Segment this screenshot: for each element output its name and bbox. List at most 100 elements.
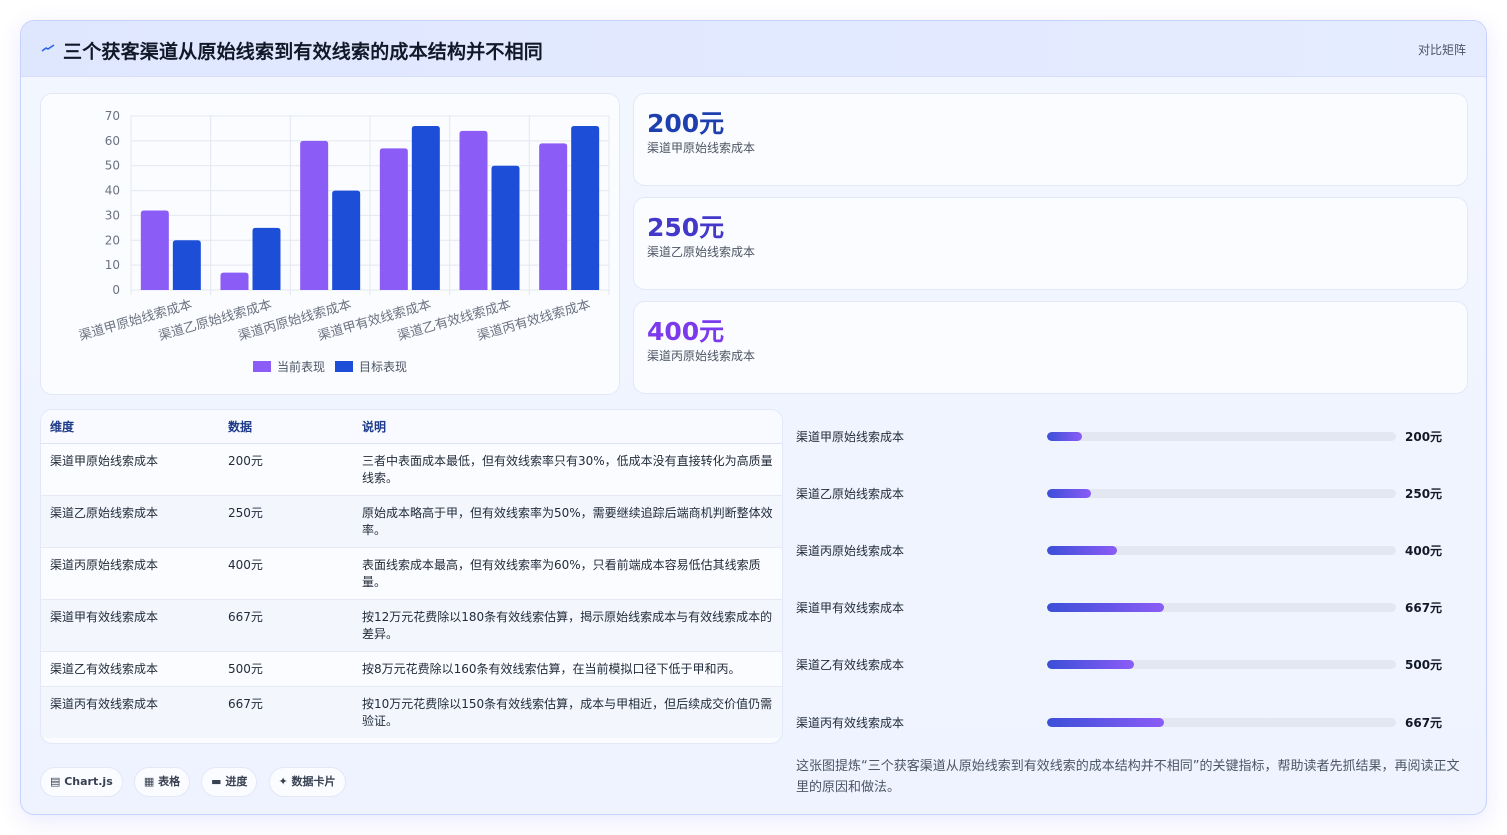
- bar: [411, 125, 440, 290]
- table-cell: 渠道丙原始线索成本: [41, 547, 219, 600]
- bar: [300, 140, 329, 290]
- y-tick-label: 20: [105, 233, 120, 247]
- y-tick-label: 50: [105, 159, 120, 173]
- y-tick-label: 30: [105, 208, 120, 222]
- dashboard-window: 三个获客渠道从原始线索到有效线索的成本结构并不相同 对比矩阵 0 10 20 30 40…: [20, 20, 1487, 815]
- legend-label: 当前表现: [277, 359, 325, 374]
- table-row: 渠道甲有效线索成本 667元 按12万元花费除以180条有效线索估算，揭示原始线…: [41, 599, 782, 652]
- chip-label: 数据卡片: [291, 775, 336, 788]
- progress-value: 500元: [1405, 658, 1443, 672]
- sparkle-icon: ✦: [278, 775, 292, 788]
- kpi-value: 250元: [647, 213, 725, 242]
- progress-row: 渠道甲有效线索成本 667元: [796, 595, 1466, 619]
- table-cell: 400元: [219, 547, 353, 600]
- bar: [140, 210, 169, 290]
- chart-card: 0 10 20 30 40 50 60 70 渠道甲原始线索成本 渠道乙原始线索成本 渠道丙原始线索…: [40, 93, 620, 395]
- table-header-row: 维度 数据 说明: [41, 410, 782, 444]
- progress-track: [1047, 546, 1396, 555]
- chip-data-card[interactable]: ✦ 数据卡片: [268, 767, 346, 797]
- bar: [252, 227, 281, 290]
- column-header: 说明: [353, 410, 782, 444]
- data-table-card: 维度 数据 说明 渠道甲原始线索成本 200元 三者中表面成本最低，但有效线索率…: [40, 409, 783, 744]
- kpi-card: 400元 渠道丙原始线索成本: [633, 301, 1468, 394]
- bar: [459, 130, 488, 290]
- table-cell: 渠道乙有效线索成本: [41, 651, 219, 687]
- y-tick-label: 60: [105, 134, 120, 148]
- progress-fill: [1047, 603, 1164, 612]
- legend-label: 目标表现: [359, 360, 407, 374]
- progress-row: 渠道乙原始线索成本 250元: [796, 481, 1466, 505]
- table-row: 渠道丙有效线索成本 667元 按10万元花费除以150条有效线索估算，成本与甲相…: [41, 686, 782, 738]
- y-tick-label: 40: [105, 184, 120, 198]
- table-cell: 渠道甲原始线索成本: [41, 443, 219, 496]
- table-cell: 按8万元花费除以160条有效线索估算，在当前模拟口径下低于甲和丙。: [353, 651, 782, 687]
- chip-table[interactable]: ▦ 表格: [133, 767, 191, 797]
- progress-value: 200元: [1405, 430, 1443, 444]
- y-tick-label: 70: [105, 109, 120, 123]
- table-cell: 渠道乙原始线索成本: [41, 495, 219, 548]
- bar: [539, 143, 568, 290]
- progress-label: 渠道丙原始线索成本: [796, 544, 905, 558]
- summary-note: 这张图提炼“三个获客渠道从原始线索到有效线索的成本结构并不相同”的关键指标，帮助…: [796, 759, 1460, 795]
- bar: [172, 240, 201, 290]
- bar: [220, 272, 249, 290]
- table-cell: 667元: [219, 686, 353, 738]
- table-cell: 500元: [219, 651, 353, 687]
- table-cell: 三者中表面成本最低，但有效线索率只有30%，低成本没有直接转化为高质量线索。: [353, 443, 782, 496]
- progress-fill: [1047, 718, 1164, 727]
- progress-track: [1047, 489, 1396, 498]
- kpi-label: 渠道乙原始线索成本: [647, 245, 756, 259]
- kpi-label: 渠道甲原始线索成本: [647, 141, 756, 155]
- progress-row: 渠道丙有效线索成本 667元: [796, 710, 1466, 734]
- page-title: 三个获客渠道从原始线索到有效线索的成本结构并不相同: [63, 41, 544, 63]
- table-cell: 200元: [219, 443, 353, 496]
- progress-label: 渠道甲原始线索成本: [796, 430, 905, 444]
- progress-fill: [1047, 432, 1082, 441]
- y-tick-label: 0: [112, 283, 120, 297]
- progress-row: 渠道甲原始线索成本 200元: [796, 424, 1466, 448]
- bar: [379, 148, 408, 290]
- tag-chips: ▤ Chart.js ▦ 表格 ▬ 进度 ✦ 数据卡片: [40, 767, 352, 797]
- progress-value: 667元: [1405, 601, 1443, 615]
- progress-track: [1047, 718, 1396, 727]
- progress-fill: [1047, 660, 1135, 669]
- legend-swatch: [335, 361, 353, 372]
- chart-icon: ▤: [50, 775, 65, 788]
- header-bar: 三个获客渠道从原始线索到有效线索的成本结构并不相同 对比矩阵: [21, 21, 1486, 77]
- progress-fill: [1047, 489, 1091, 498]
- compare-matrix-link[interactable]: 对比矩阵: [1418, 41, 1466, 58]
- table-cell: 250元: [219, 495, 353, 548]
- table-cell: 667元: [219, 599, 353, 652]
- progress-track: [1047, 660, 1396, 669]
- chip-progress[interactable]: ▬ 进度: [201, 767, 258, 797]
- chip-label: Chart.js: [64, 775, 113, 788]
- table-row: 渠道乙原始线索成本 250元 原始成本略高于甲，但有效线索率为50%，需要继续追…: [41, 495, 782, 548]
- table-cell: 按12万元花费除以180条有效线索估算，揭示原始线索成本与有效线索成本的差异。: [353, 599, 782, 652]
- chip-label: 进度: [225, 775, 248, 788]
- bar: [571, 125, 600, 290]
- progress-fill: [1047, 546, 1117, 555]
- data-table: 维度 数据 说明 渠道甲原始线索成本 200元 三者中表面成本最低，但有效线索率…: [41, 410, 782, 738]
- chip-label: 表格: [158, 775, 181, 788]
- progress-track: [1047, 432, 1396, 441]
- table-row: 渠道乙有效线索成本 500元 按8万元花费除以160条有效线索估算，在当前模拟口…: [41, 651, 782, 687]
- progress-value: 250元: [1405, 487, 1443, 501]
- table-cell: 表面线索成本最高，但有效线索率为60%，只看前端成本容易低估其线索质量。: [353, 547, 782, 600]
- table-cell: 原始成本略高于甲，但有效线索率为50%，需要继续追踪后端商机判断整体效率。: [353, 495, 782, 548]
- progress-row: 渠道丙原始线索成本 400元: [796, 538, 1466, 562]
- progress-value: 400元: [1405, 544, 1443, 558]
- progress-row: 渠道乙有效线索成本 500元: [796, 652, 1466, 676]
- column-header: 维度: [41, 410, 219, 444]
- progress-icon: ▬: [211, 775, 226, 788]
- progress-label: 渠道丙有效线索成本: [796, 716, 905, 730]
- kpi-value: 200元: [647, 109, 725, 138]
- progress-label: 渠道乙有效线索成本: [796, 658, 905, 672]
- kpi-card: 200元 渠道甲原始线索成本: [633, 93, 1468, 186]
- table-row: 渠道甲原始线索成本 200元 三者中表面成本最低，但有效线索率只有30%，低成本…: [41, 443, 782, 496]
- progress-track: [1047, 603, 1396, 612]
- table-cell: 按10万元花费除以150条有效线索估算，成本与甲相近，但后续成交价值仍需验证。: [353, 686, 782, 738]
- kpi-card: 250元 渠道乙原始线索成本: [633, 197, 1468, 290]
- chip-chartjs[interactable]: ▤ Chart.js: [40, 767, 123, 797]
- progress-label: 渠道乙原始线索成本: [796, 487, 905, 501]
- column-header: 数据: [219, 410, 353, 444]
